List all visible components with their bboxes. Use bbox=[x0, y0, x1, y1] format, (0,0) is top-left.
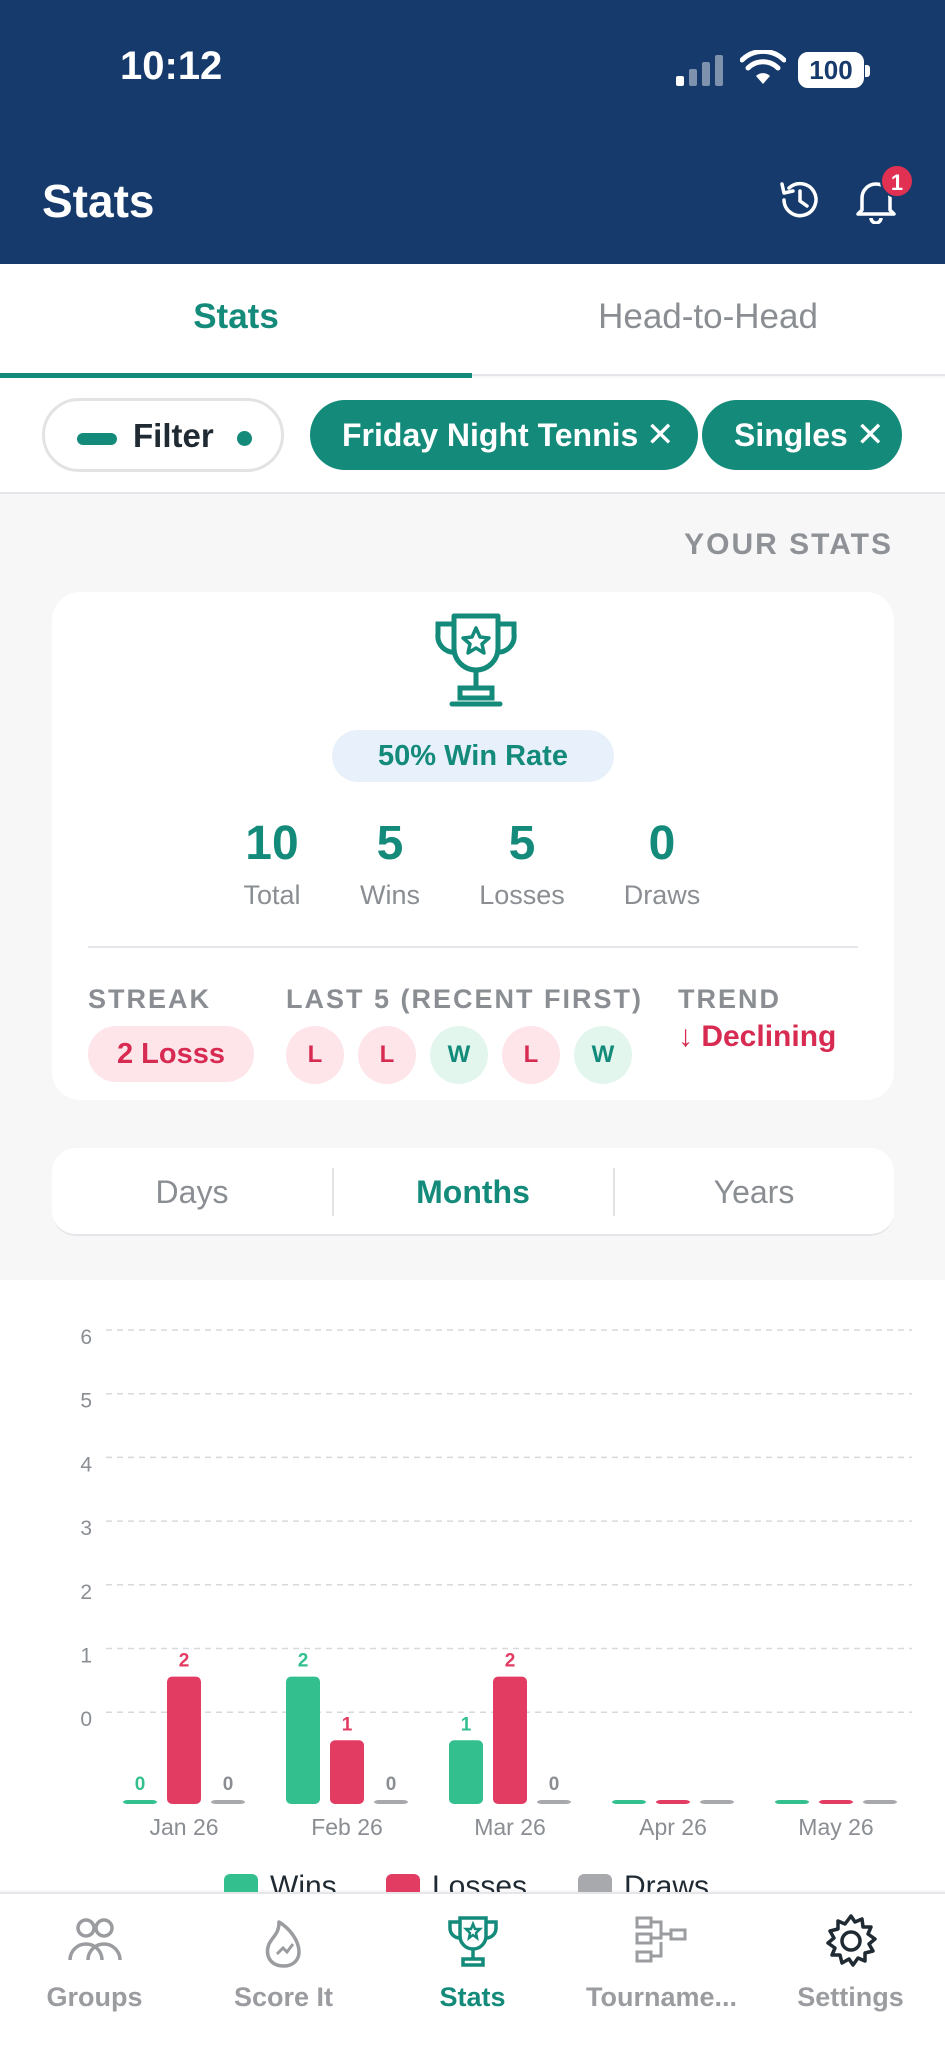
filter-active-dot bbox=[237, 431, 252, 446]
chart-bar bbox=[863, 1800, 897, 1804]
chart-bar bbox=[819, 1800, 853, 1804]
your-stats-heading: YOUR STATS bbox=[684, 528, 893, 561]
x-tick-label: Mar 26 bbox=[474, 1814, 546, 1840]
recent-result: W bbox=[430, 1026, 488, 1084]
tab-stats[interactable]: Stats bbox=[0, 264, 472, 378]
trophy-icon bbox=[447, 1916, 498, 1967]
cellular-signal-icon bbox=[676, 54, 728, 86]
chart-bar bbox=[656, 1800, 690, 1804]
results-chart: 6 5 4 3 2 1 0 0 2 0 Jan 26 2 1 0 Feb 26 1 2 0 Mar 26 Apr 26… bbox=[0, 1280, 945, 1903]
bottom-tab-bar: Groups Score It Stats Tourname... Settin… bbox=[0, 1892, 945, 2048]
tab-head-to-head[interactable]: Head-to-Head bbox=[472, 264, 944, 376]
trend-value: ↓ Declining bbox=[678, 1020, 837, 1053]
bar-value-label: 0 bbox=[135, 1774, 146, 1795]
history-icon[interactable] bbox=[776, 176, 824, 224]
y-tick-label: 2 bbox=[80, 1581, 92, 1604]
filter-chip-format[interactable]: Singles ✕ bbox=[702, 400, 902, 470]
nav-groups[interactable]: Groups bbox=[0, 1912, 189, 2032]
nav-stats[interactable]: Stats bbox=[378, 1912, 567, 2032]
chart-bar bbox=[286, 1676, 320, 1804]
period-toggle: Days Months Years bbox=[52, 1148, 894, 1236]
chart-bar bbox=[700, 1800, 734, 1804]
y-tick-label: 0 bbox=[80, 1708, 92, 1731]
draws-label: Draws bbox=[623, 880, 701, 910]
filter-icon bbox=[77, 433, 117, 445]
bar-value-label: 2 bbox=[179, 1651, 190, 1672]
flame-icon bbox=[265, 1920, 301, 1968]
x-tick-label: Feb 26 bbox=[311, 1814, 383, 1840]
nav-score-it[interactable]: Score It bbox=[189, 1912, 378, 2032]
chart-bar bbox=[775, 1800, 809, 1804]
period-days[interactable]: Days bbox=[52, 1148, 332, 1236]
bar-value-label: 0 bbox=[549, 1774, 560, 1795]
y-tick-label: 4 bbox=[80, 1453, 92, 1476]
chart-bar bbox=[612, 1800, 646, 1804]
y-tick-label: 5 bbox=[80, 1390, 92, 1413]
chart-bar bbox=[211, 1800, 245, 1804]
groups-icon bbox=[67, 1918, 122, 1961]
y-tick-label: 3 bbox=[80, 1517, 92, 1540]
filter-chip-label: Singles bbox=[734, 417, 848, 453]
chart-bar bbox=[493, 1676, 527, 1804]
bar-value-label: 1 bbox=[461, 1714, 472, 1735]
nav-tournaments[interactable]: Tourname... bbox=[567, 1912, 756, 2032]
bar-value-label: 1 bbox=[342, 1714, 353, 1735]
losses-label: Losses bbox=[479, 880, 565, 910]
filter-button[interactable]: Filter bbox=[42, 398, 284, 472]
bracket-icon bbox=[635, 1916, 686, 1963]
filter-chip-label: Friday Night Tennis bbox=[342, 417, 639, 453]
bar-chart: 6543210020Jan 26210Feb 26120Mar 26 Apr 26… bbox=[80, 1326, 912, 1840]
battery-indicator: 100 bbox=[798, 52, 870, 88]
x-tick-label: May 26 bbox=[798, 1814, 873, 1840]
chip-remove-icon[interactable]: ✕ bbox=[856, 400, 885, 470]
recent-result: W bbox=[574, 1026, 632, 1084]
draws-count: 0 bbox=[648, 817, 676, 870]
x-tick-label: Jan 26 bbox=[149, 1814, 218, 1840]
bar-value-label: 0 bbox=[386, 1774, 397, 1795]
wins-count: 5 bbox=[376, 817, 404, 870]
notification-badge: 1 bbox=[880, 164, 914, 198]
chart-bar bbox=[123, 1800, 157, 1804]
stats-summary-card: 50% Win Rate 10 Total 5 Wins 5 Losses 0 … bbox=[52, 592, 894, 1100]
chart-bar bbox=[374, 1800, 408, 1804]
y-tick-label: 1 bbox=[80, 1645, 92, 1668]
bar-value-label: 2 bbox=[505, 1651, 516, 1672]
recent-result: L bbox=[502, 1026, 560, 1084]
card-divider bbox=[88, 946, 858, 948]
nav-settings[interactable]: Settings bbox=[756, 1912, 945, 2032]
recent-result: L bbox=[286, 1026, 344, 1084]
stats-tabs: Stats Head-to-Head bbox=[0, 264, 945, 378]
wins-label: Wins bbox=[360, 880, 420, 910]
trophy-icon bbox=[435, 613, 517, 707]
chart-bar bbox=[330, 1740, 364, 1804]
chart-bar bbox=[537, 1800, 571, 1804]
streak-badge: 2 Losss bbox=[88, 1026, 254, 1082]
gear-icon bbox=[825, 1914, 877, 1967]
x-tick-label: Apr 26 bbox=[639, 1814, 707, 1840]
win-rate-badge: 50% Win Rate bbox=[332, 730, 614, 782]
filter-row: Filter Friday Night Tennis ✕ Singles ✕ bbox=[0, 378, 945, 494]
wifi-icon bbox=[740, 50, 786, 84]
period-months[interactable]: Months bbox=[333, 1148, 613, 1236]
page-title: Stats bbox=[42, 175, 155, 227]
filter-chip-group[interactable]: Friday Night Tennis ✕ bbox=[310, 400, 698, 470]
last5-label: LAST 5 (RECENT FIRST) bbox=[286, 984, 643, 1014]
chart-bar bbox=[167, 1676, 201, 1804]
period-years[interactable]: Years bbox=[614, 1148, 894, 1236]
chip-remove-icon[interactable]: ✕ bbox=[646, 400, 675, 470]
y-tick-label: 6 bbox=[80, 1326, 92, 1349]
recent-result: L bbox=[358, 1026, 416, 1084]
streak-label: STREAK bbox=[88, 984, 212, 1014]
bar-value-label: 2 bbox=[298, 1651, 309, 1672]
chart-bar bbox=[449, 1740, 483, 1804]
status-time: 10:12 bbox=[120, 44, 223, 88]
filter-label: Filter bbox=[133, 417, 214, 454]
losses-count: 5 bbox=[508, 817, 536, 870]
app-header: 10:12 100 Stats 1 bbox=[0, 0, 945, 264]
bar-value-label: 0 bbox=[223, 1774, 234, 1795]
trend-label: TREND bbox=[678, 984, 781, 1014]
